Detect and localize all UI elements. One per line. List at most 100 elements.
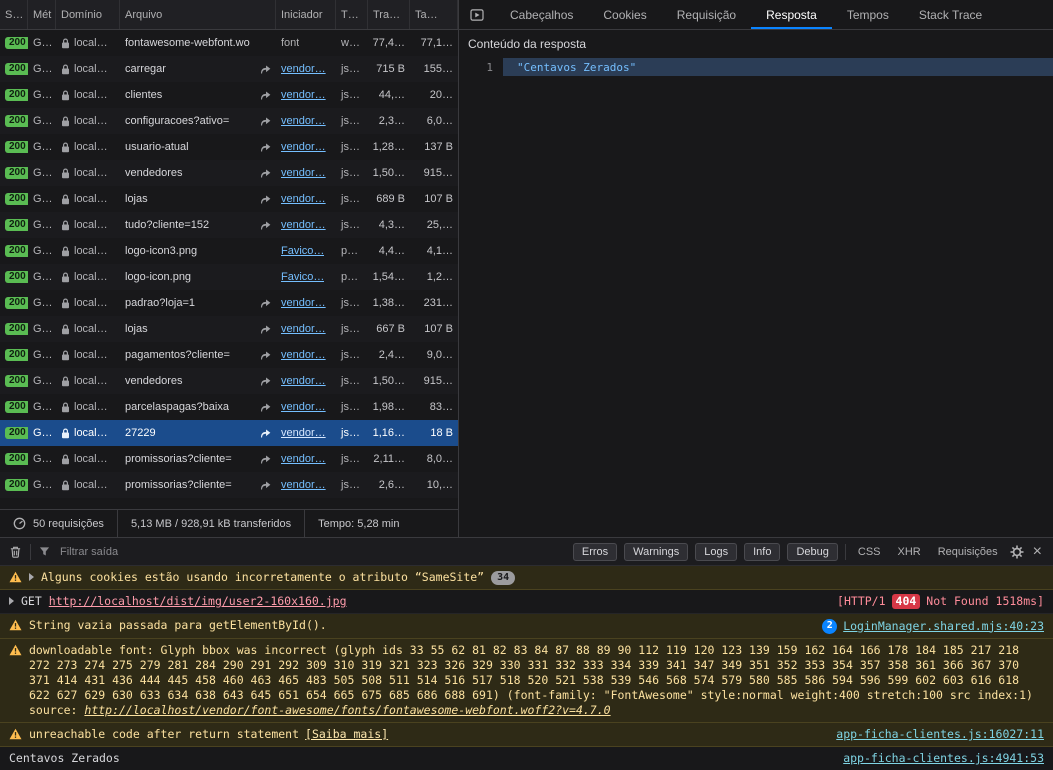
filter-erros-button[interactable]: Erros [573,543,617,561]
learn-more-link[interactable]: [Saiba mais] [305,727,388,741]
initiator-cell[interactable]: vendor… [276,394,336,420]
method-cell: G… [28,30,56,56]
network-request-row[interactable]: 200 G… local… pagamentos?cliente= vendor… [0,342,458,368]
console-warning-unreachable[interactable]: unreachable code after return statement[… [0,723,1053,747]
filter-debug-button[interactable]: Debug [787,543,837,561]
transferred-cell: 4,4… [368,238,410,264]
initiator-cell[interactable]: vendor… [276,160,336,186]
initiator-cell[interactable]: Favico… [276,264,336,290]
expand-caret-icon[interactable] [29,573,34,581]
type-cell: js… [336,368,368,394]
initiator-cell[interactable]: vendor… [276,368,336,394]
initiator-cell[interactable]: vendor… [276,56,336,82]
console-warning-getelementbyid[interactable]: String vazia passada para getElementById… [0,614,1053,639]
network-request-list[interactable]: 200 G… local… fontawesome-webfont.wo fon… [0,30,458,509]
initiator-cell[interactable]: Favico… [276,238,336,264]
network-request-row[interactable]: 200 G… local… padrao?loja=1 vendor… js… … [0,290,458,316]
column-header-file[interactable]: Arquivo [120,0,276,29]
network-request-row[interactable]: 200 G… local… clientes vendor… js… 44,… … [0,82,458,108]
gear-icon[interactable] [1010,545,1024,559]
font-source-link[interactable]: http://localhost/vendor/font-awesome/fon… [84,703,610,717]
source-link[interactable]: app-ficha-clientes.js:4941:53 [843,751,1044,766]
initiator-cell[interactable]: vendor… [276,134,336,160]
console-filter-input[interactable] [58,545,232,559]
initiator-cell[interactable]: font [276,30,336,56]
column-header-method[interactable]: Mét [28,0,56,29]
performance-gauge-icon[interactable] [13,517,26,530]
requests-count[interactable]: 50 requisições [0,510,117,537]
source-link[interactable]: LoginManager.shared.mjs:40:23 [843,619,1044,634]
network-request-row[interactable]: 200 G… local… carregar vendor… js… 715 B… [0,56,458,82]
status-cell: 200 [0,264,28,290]
redirect-arrow-icon [257,351,271,360]
status-badge: 200 [5,349,28,361]
lock-icon [61,350,70,361]
column-header-transferred[interactable]: Tra… [368,0,410,29]
console-network-404[interactable]: GET http://localhost/dist/img/user2-160x… [0,590,1053,614]
network-request-row[interactable]: 200 G… local… lojas vendor… js… 667 B 10… [0,316,458,342]
network-request-row[interactable]: 200 G… local… lojas vendor… js… 689 B 10… [0,186,458,212]
initiator-cell[interactable]: vendor… [276,82,336,108]
domain-cell: local… [56,134,120,160]
filter-warnings-button[interactable]: Warnings [624,543,688,561]
type-cell: js… [336,472,368,498]
network-request-row[interactable]: 200 G… local… logo-icon3.png Favico… p… … [0,238,458,264]
network-request-row[interactable]: 200 G… local… logo-icon.png Favico… p… 1… [0,264,458,290]
method-cell: G… [28,342,56,368]
initiator-cell[interactable]: vendor… [276,446,336,472]
column-header-size[interactable]: Ta… [410,0,458,29]
file-cell: logo-icon.png [120,264,276,290]
console-message-text: String vazia passada para getElementById… [29,618,327,633]
initiator-cell[interactable]: vendor… [276,420,336,446]
column-header-domain[interactable]: Domínio [56,0,120,29]
tab-tempos[interactable]: Tempos [832,0,904,29]
type-cell: p… [336,238,368,264]
network-request-row[interactable]: 200 G… local… tudo?cliente=152 vendor… j… [0,212,458,238]
close-icon[interactable]: × [1031,544,1044,560]
initiator-cell[interactable]: vendor… [276,108,336,134]
tab-stack-trace[interactable]: Stack Trace [904,0,997,29]
initiator-cell[interactable]: vendor… [276,316,336,342]
initiator-cell[interactable]: vendor… [276,186,336,212]
initiator-cell[interactable]: vendor… [276,212,336,238]
status-cell: 200 [0,238,28,264]
console-warning-font[interactable]: downloadable font: Glyph bbox was incorr… [0,639,1053,723]
play-square-icon[interactable] [459,0,495,29]
filter-xhr-button[interactable]: XHR [893,544,926,560]
initiator-cell[interactable]: vendor… [276,472,336,498]
network-request-row[interactable]: 200 G… local… vendedores vendor… js… 1,5… [0,368,458,394]
console-log-row[interactable]: Centavos Zerados app-ficha-clientes.js:4… [0,747,1053,770]
expand-caret-icon[interactable] [9,597,14,605]
request-url-link[interactable]: http://localhost/dist/img/user2-160x160.… [49,594,347,609]
network-request-row[interactable]: 200 G… local… fontawesome-webfont.wo fon… [0,30,458,56]
tab-resposta[interactable]: Resposta [751,0,832,29]
filter-logs-button[interactable]: Logs [695,543,737,561]
network-request-row[interactable]: 200 G… local… promissorias?cliente= vend… [0,446,458,472]
network-request-row[interactable]: 200 G… local… promissorias?cliente= vend… [0,472,458,498]
column-header-status[interactable]: S… [0,0,28,29]
funnel-icon [39,546,50,557]
type-cell: js… [336,394,368,420]
network-request-row[interactable]: 200 G… local… configuracoes?ativo= vendo… [0,108,458,134]
filter-info-button[interactable]: Info [744,543,780,561]
network-request-row[interactable]: 200 G… local… parcelaspagas?baixa vendor… [0,394,458,420]
size-cell: 915… [410,160,458,186]
response-line[interactable]: 1 "Centavos Zerados" [459,58,1053,76]
network-request-row[interactable]: 200 G… local… usuario-atual vendor… js… … [0,134,458,160]
network-request-row[interactable]: 200 G… local… vendedores vendor… js… 1,5… [0,160,458,186]
tab-requisicao[interactable]: Requisição [662,0,751,29]
source-link[interactable]: app-ficha-clientes.js:16027:11 [836,727,1044,742]
initiator-cell[interactable]: vendor… [276,290,336,316]
tab-cabecalhos[interactable]: Cabeçalhos [495,0,588,29]
column-header-initiator[interactable]: Iniciador [276,0,336,29]
initiator-cell[interactable]: vendor… [276,342,336,368]
redirect-arrow-icon [257,91,271,100]
filter-requisicoes-button[interactable]: Requisições [933,544,1003,560]
trash-icon[interactable] [9,545,22,559]
tab-cookies[interactable]: Cookies [588,0,661,29]
filter-css-button[interactable]: CSS [853,544,886,560]
repeat-count-badge: 2 [822,619,837,634]
network-request-row[interactable]: 200 G… local… 27229 vendor… js… 1,16… 18… [0,420,458,446]
column-header-type[interactable]: T… [336,0,368,29]
console-warning-cookies[interactable]: Alguns cookies estão usando incorretamen… [0,566,1053,590]
